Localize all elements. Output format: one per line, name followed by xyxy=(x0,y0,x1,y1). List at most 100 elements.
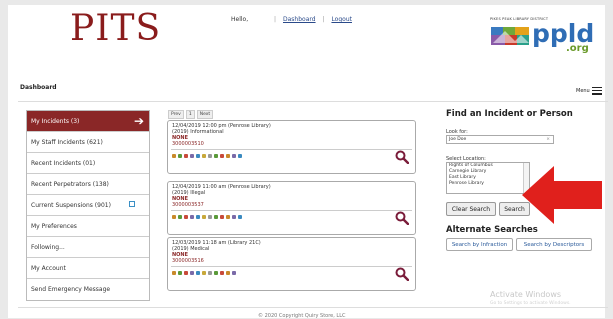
next-button[interactable]: Next xyxy=(196,110,214,119)
pager: Prev 1 Next xyxy=(168,110,214,119)
incident-action-icons xyxy=(172,271,236,275)
category-icon[interactable] xyxy=(232,215,236,219)
category-icon[interactable] xyxy=(196,154,200,158)
category-icon[interactable] xyxy=(220,215,224,219)
category-icon[interactable] xyxy=(202,154,206,158)
category-icon[interactable] xyxy=(214,154,218,158)
incident-number[interactable]: 3000003537 xyxy=(172,202,204,208)
incident-card[interactable]: 12/03/2019 11:18 am (Library 21C) (2019)… xyxy=(167,237,416,291)
category-icon[interactable] xyxy=(184,154,188,158)
sidebar-item-send-emergency-message[interactable]: Send Emergency Message xyxy=(27,279,149,300)
category-icon[interactable] xyxy=(178,154,182,158)
category-icon[interactable] xyxy=(202,271,206,275)
category-icon[interactable] xyxy=(208,215,212,219)
prev-button[interactable]: Prev xyxy=(168,110,184,119)
activate-windows-hint: Go to Settings to activate Windows. xyxy=(490,301,571,306)
ppld-logo[interactable]: PIKES PEAK LIBRARY DISTRICT ppld .org xyxy=(490,17,600,54)
category-icon[interactable] xyxy=(214,271,218,275)
pits-logo[interactable]: PITS xyxy=(70,9,161,49)
mountain-logo-icon xyxy=(491,27,529,45)
ppld-org: .org xyxy=(566,43,589,54)
location-option[interactable]: Penrose Library xyxy=(449,181,529,187)
menu-label: Menu xyxy=(576,87,590,94)
category-icon[interactable] xyxy=(208,271,212,275)
look-for-input[interactable]: Joe Doe × xyxy=(446,135,554,144)
hamburger-icon xyxy=(591,85,602,96)
category-icon[interactable] xyxy=(172,154,176,158)
category-icon[interactable] xyxy=(190,154,194,158)
arrow-right-icon: ➔ xyxy=(133,114,144,128)
greeting: Hello, xyxy=(231,16,249,23)
incident-number[interactable]: 3000003516 xyxy=(172,258,204,264)
incident-action-icons xyxy=(172,215,242,219)
look-for-value: Joe Doe xyxy=(449,137,467,142)
category-icon[interactable] xyxy=(172,215,176,219)
sidebar-item-label: Current Suspensions (901) xyxy=(31,201,111,209)
incident-card[interactable]: 12/04/2019 11:00 am (Penrose Library) (2… xyxy=(167,181,416,235)
header-divider xyxy=(18,101,608,102)
menu-button[interactable]: Menu xyxy=(576,85,602,96)
category-icon[interactable] xyxy=(238,154,242,158)
location-select[interactable]: Rights of Columbus Carnegie Library East… xyxy=(446,162,530,194)
red-arrow-annotation xyxy=(522,166,602,224)
category-icon[interactable] xyxy=(226,154,230,158)
magnifier-icon[interactable] xyxy=(395,150,409,164)
page-number[interactable]: 1 xyxy=(185,110,195,119)
category-icon[interactable] xyxy=(208,154,212,158)
incident-card[interactable]: 12/04/2019 12:00 pm (Penrose Library) (2… xyxy=(167,120,416,174)
magnifier-icon[interactable] xyxy=(395,211,409,225)
category-icon[interactable] xyxy=(184,215,188,219)
sidebar-item-label: Following... xyxy=(31,243,65,251)
find-panel-title: Find an Incident or Person xyxy=(446,109,573,119)
footer-divider xyxy=(18,307,608,308)
category-icon[interactable] xyxy=(196,271,200,275)
category-icon[interactable] xyxy=(220,154,224,158)
sidebar-item-label: My Preferences xyxy=(31,222,77,230)
sidebar-item-current-suspensions[interactable]: Current Suspensions (901) xyxy=(27,195,149,216)
category-icon[interactable] xyxy=(172,271,176,275)
sidebar-item-label: My Staff Incidents (621) xyxy=(31,138,103,146)
sidebar-item-my-account[interactable]: My Account xyxy=(27,258,149,279)
sidebar-item-following[interactable]: Following... xyxy=(27,237,149,258)
top-nav: Hello, | Dashboard | Logout xyxy=(231,16,352,23)
category-icon[interactable] xyxy=(190,215,194,219)
page-title: Dashboard xyxy=(20,84,57,91)
external-link-icon[interactable] xyxy=(129,201,135,207)
category-icon[interactable] xyxy=(196,215,200,219)
category-icon[interactable] xyxy=(226,271,230,275)
activate-windows-watermark: Activate Windows xyxy=(490,290,562,299)
sidebar-item-my-staff-incidents[interactable]: My Staff Incidents (621) xyxy=(27,132,149,153)
category-icon[interactable] xyxy=(232,154,236,158)
sidebar-item-my-preferences[interactable]: My Preferences xyxy=(27,216,149,237)
sidebar-item-recent-perpetrators[interactable]: Recent Perpetrators (138) xyxy=(27,174,149,195)
search-by-descriptors-button[interactable]: Search by Descriptors xyxy=(516,238,592,251)
clear-search-button[interactable]: Clear Search xyxy=(446,202,496,216)
sidebar-item-label: My Incidents (3) xyxy=(31,117,80,125)
incident-number[interactable]: 3000003510 xyxy=(172,141,204,147)
incident-action-icons xyxy=(172,154,242,158)
category-icon[interactable] xyxy=(226,215,230,219)
sidebar-item-label: Recent Perpetrators (138) xyxy=(31,180,109,188)
category-icon[interactable] xyxy=(178,271,182,275)
sidebar-item-label: Recent Incidents (01) xyxy=(31,159,96,167)
magnifier-icon[interactable] xyxy=(395,267,409,281)
search-by-infraction-button[interactable]: Search by Infraction xyxy=(446,238,513,251)
category-icon[interactable] xyxy=(178,215,182,219)
alternate-searches-title: Alternate Searches xyxy=(446,225,538,235)
page: PITS Hello, | Dashboard | Logout PIKES P… xyxy=(8,5,608,319)
sidebar-item-my-incidents[interactable]: My Incidents (3) ➔ xyxy=(27,111,149,132)
category-icon[interactable] xyxy=(190,271,194,275)
clear-input-icon[interactable]: × xyxy=(546,136,550,144)
logout-link[interactable]: Logout xyxy=(331,16,352,23)
dashboard-link[interactable]: Dashboard xyxy=(283,16,316,23)
sidebar-item-recent-incidents[interactable]: Recent Incidents (01) xyxy=(27,153,149,174)
category-icon[interactable] xyxy=(202,215,206,219)
category-icon[interactable] xyxy=(214,215,218,219)
category-icon[interactable] xyxy=(184,271,188,275)
category-icon[interactable] xyxy=(232,271,236,275)
sidebar-item-label: Send Emergency Message xyxy=(31,286,111,293)
card-divider xyxy=(171,210,412,211)
card-divider xyxy=(171,149,412,150)
category-icon[interactable] xyxy=(238,215,242,219)
category-icon[interactable] xyxy=(220,271,224,275)
